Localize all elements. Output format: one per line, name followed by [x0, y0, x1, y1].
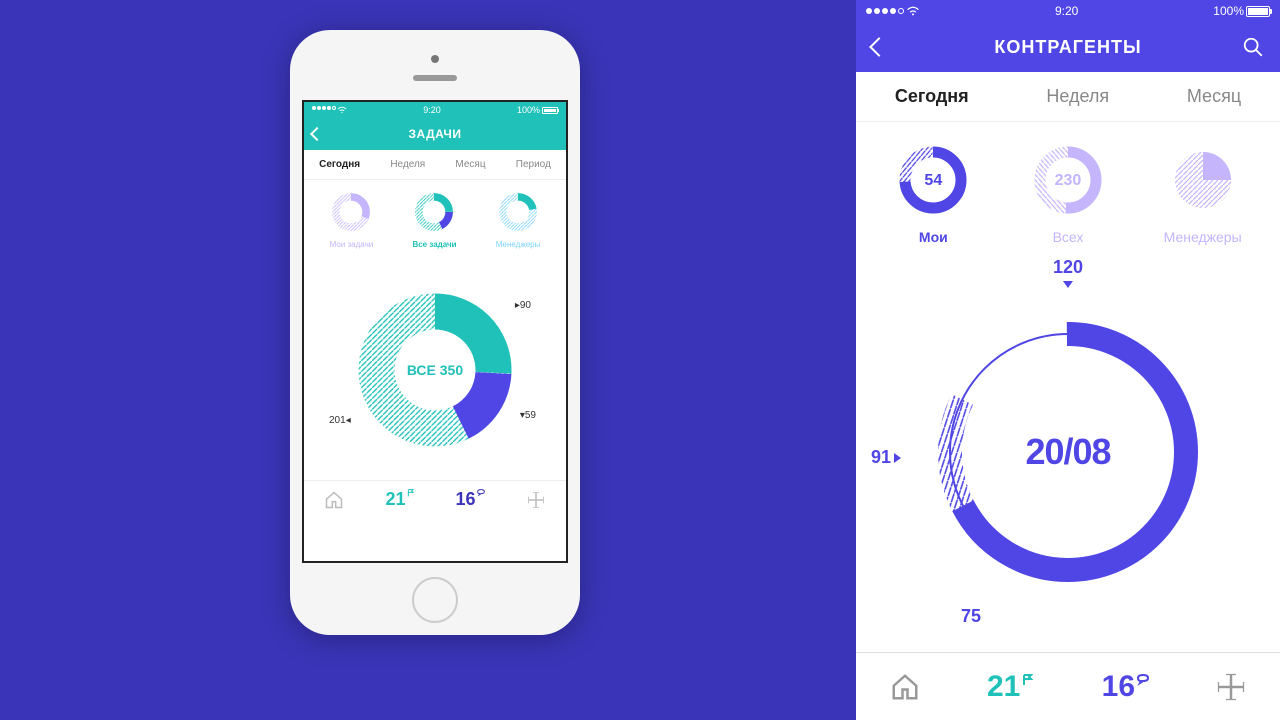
tab-today[interactable]: Сегодня	[895, 86, 969, 107]
page-title: КОНТРАГЕНТЫ	[994, 37, 1141, 58]
phone-screen-large: 9:20 100% КОНТРАГЕНТЫ Сегодня Неделя Мес…	[856, 0, 1280, 720]
tab-week[interactable]: Неделя	[1046, 86, 1109, 107]
tab-month[interactable]: Месяц	[455, 159, 485, 170]
donut-center-value: ВСЕ 350	[407, 362, 463, 378]
main-donut-chart[interactable]: 20/08 120 91 75	[856, 252, 1280, 652]
tab-today[interactable]: Сегодня	[319, 159, 360, 170]
back-button[interactable]	[869, 37, 889, 57]
nav-flags-count[interactable]: 21	[987, 670, 1034, 704]
segment-label-59: ▾59	[520, 410, 536, 421]
status-time: 9:20	[1055, 4, 1078, 18]
nav-comments-count[interactable]: 16	[1102, 670, 1149, 704]
donut-managers[interactable]: Менеджеры	[496, 191, 541, 249]
donut-managers[interactable]: Менеджеры	[1163, 140, 1243, 245]
tab-month[interactable]: Месяц	[1187, 86, 1241, 107]
main-donut-chart[interactable]: ВСЕ 350 ▸90 ▾59 201◂	[304, 260, 566, 480]
status-bar: 9:20 100%	[856, 0, 1280, 22]
page-title: ЗАДАЧИ	[409, 127, 462, 141]
home-icon[interactable]	[324, 490, 344, 510]
period-tabs: Сегодня Неделя Месяц Период	[304, 150, 566, 180]
back-button[interactable]	[310, 127, 324, 141]
tab-period[interactable]: Период	[516, 159, 551, 170]
segment-label-bottom: 75	[961, 606, 981, 627]
bottom-nav: 21 16	[304, 480, 566, 518]
phone-screen-small: 9:20 100% ЗАДАЧИ Сегодня Неделя Месяц Пе…	[302, 100, 568, 563]
category-donuts: Мои задачи Все задачи Менеджеры	[304, 180, 566, 260]
search-icon[interactable]	[1242, 36, 1264, 58]
wifi-icon	[906, 6, 920, 16]
category-donuts: 54 Мои 230 Всех Менеджеры	[856, 122, 1280, 252]
nav-comments-count[interactable]: 16	[455, 489, 484, 510]
tab-week[interactable]: Неделя	[390, 159, 425, 170]
donut-all-tasks[interactable]: Все задачи	[412, 191, 456, 249]
phone-mockup: 9:20 100% ЗАДАЧИ Сегодня Неделя Месяц Пе…	[290, 30, 580, 635]
status-battery: 100%	[517, 105, 558, 115]
status-battery: 100%	[1213, 4, 1270, 18]
app-header: ЗАДАЧИ	[304, 118, 566, 150]
plus-icon[interactable]	[1216, 672, 1246, 702]
plus-icon[interactable]	[526, 490, 546, 510]
signal-dots	[866, 6, 920, 16]
bottom-nav: 21 16	[856, 652, 1280, 720]
active-tab-marker	[329, 144, 341, 150]
segment-label-left: 91	[871, 447, 901, 468]
donut-my-tasks[interactable]: Мои задачи	[330, 191, 374, 249]
status-time: 9:20	[423, 105, 441, 115]
status-bar: 9:20 100%	[304, 102, 566, 118]
phone-home-button[interactable]	[412, 577, 458, 623]
active-tab-marker	[912, 63, 930, 72]
wifi-icon	[337, 106, 347, 114]
donut-center-value: 20/08	[1025, 431, 1110, 473]
nav-flags-count[interactable]: 21	[385, 489, 414, 510]
segment-label-90: ▸90	[515, 300, 531, 311]
phone-speaker	[413, 75, 457, 81]
phone-camera	[431, 55, 439, 63]
home-icon[interactable]	[890, 672, 920, 702]
signal-dots	[312, 106, 347, 114]
segment-label-top: 120	[1053, 257, 1083, 288]
period-tabs: Сегодня Неделя Месяц	[856, 72, 1280, 122]
segment-label-201: 201◂	[329, 415, 351, 426]
donut-mine[interactable]: 54 Мои	[893, 140, 973, 245]
donut-all[interactable]: 230 Всех	[1028, 140, 1108, 245]
